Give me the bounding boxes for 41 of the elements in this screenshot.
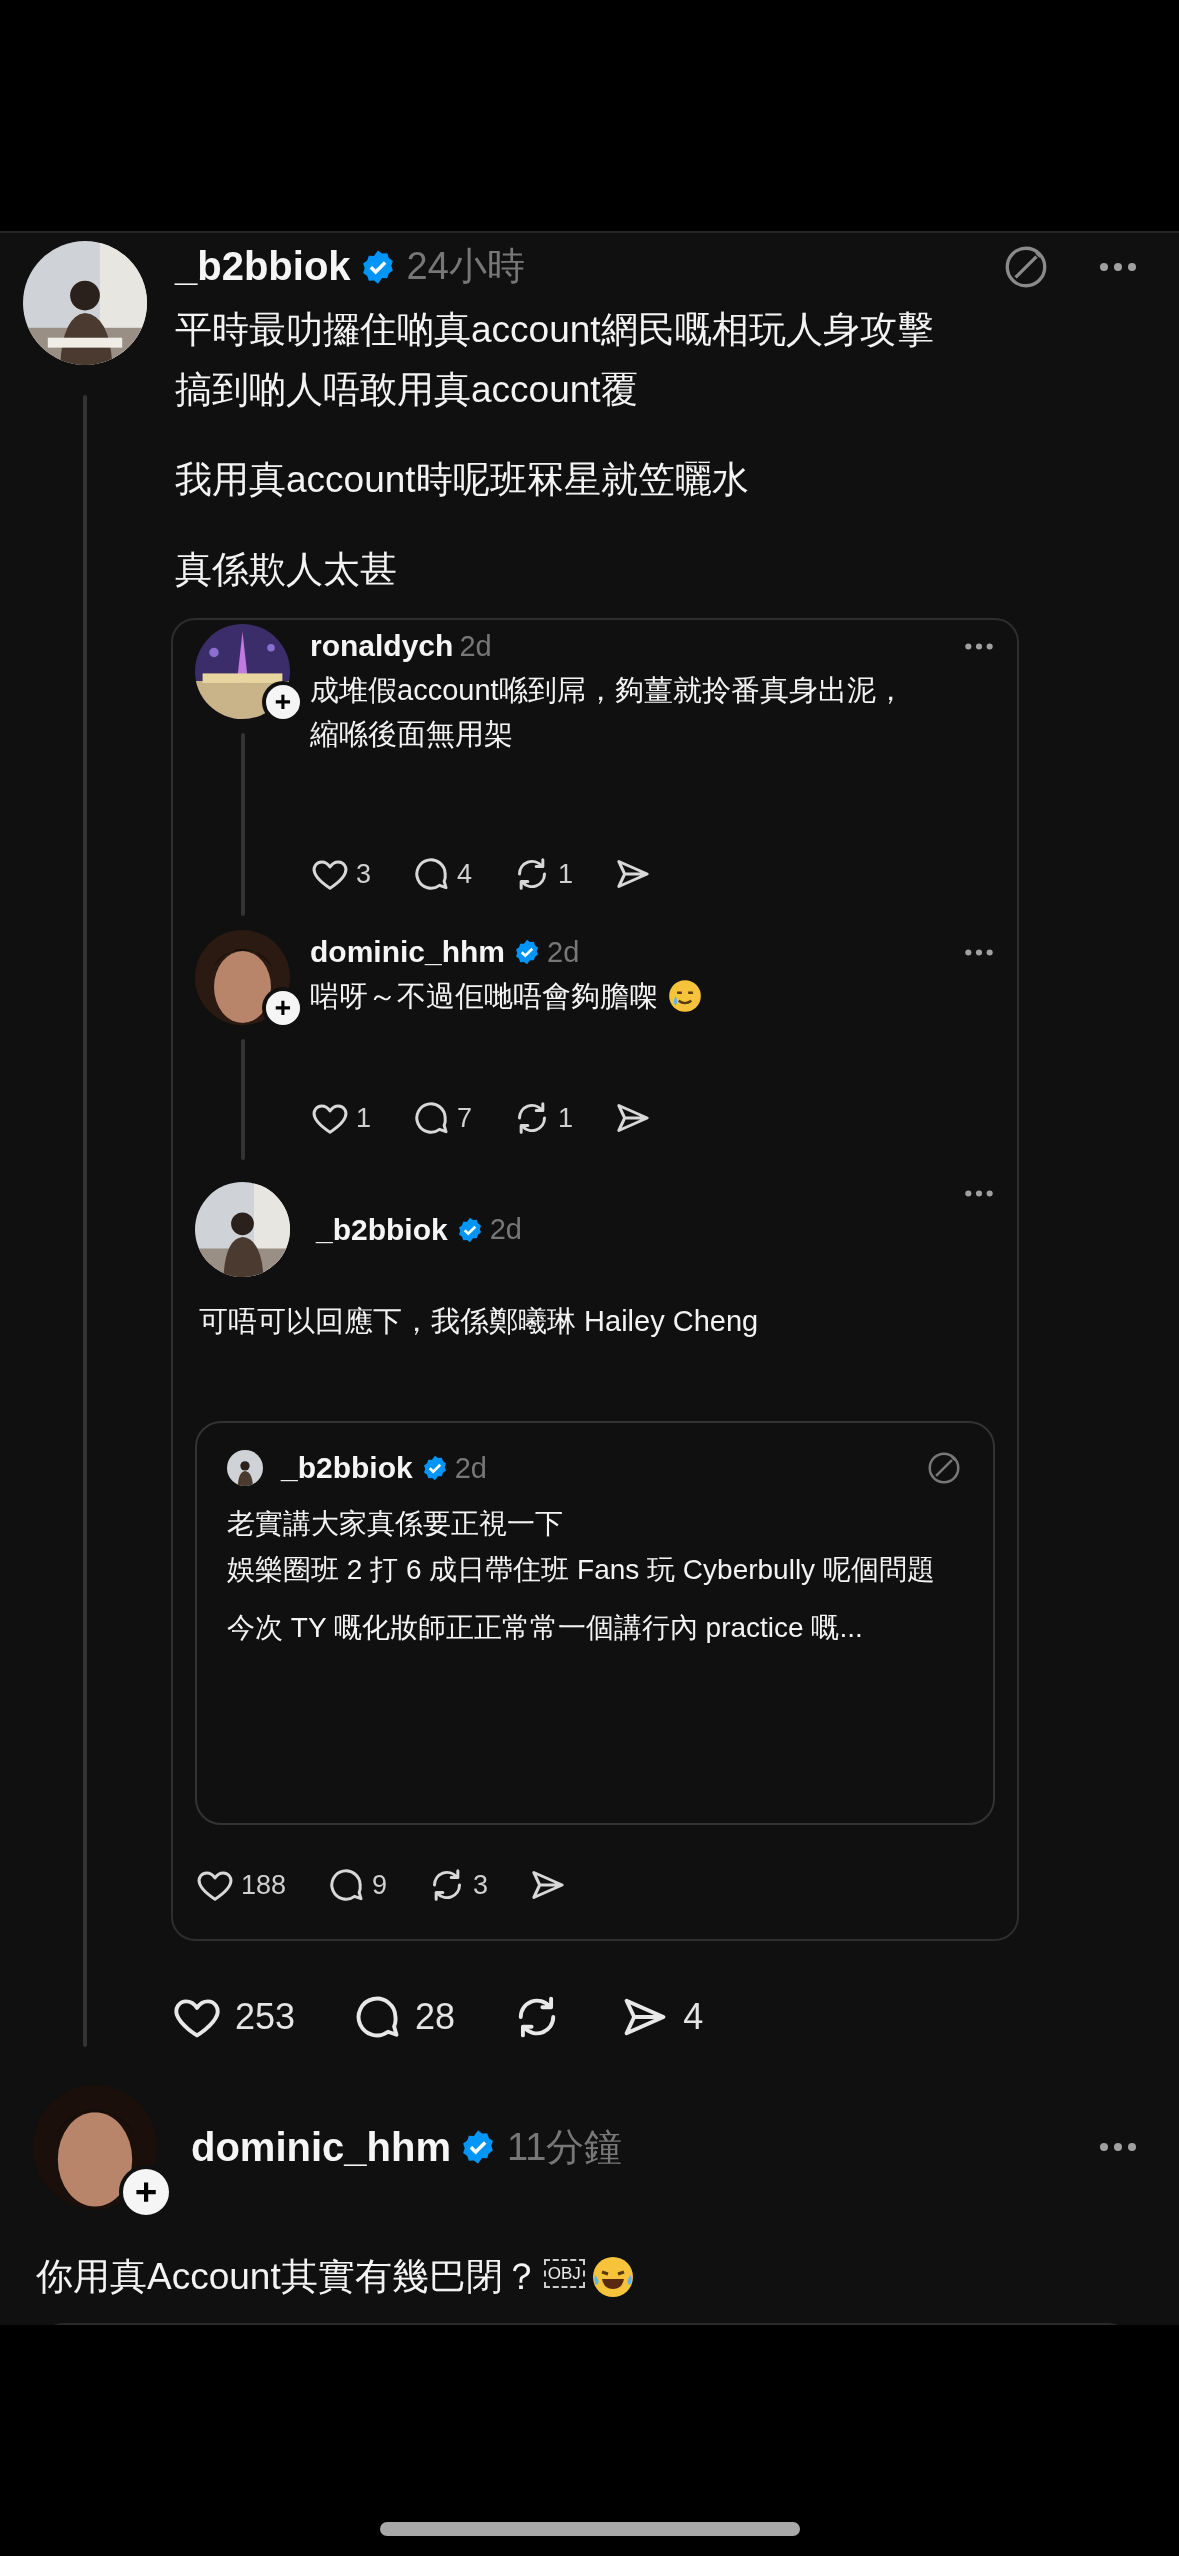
- reply-text: 可唔可以回應下，我係鄭曦琳 Hailey Cheng: [199, 1304, 760, 1339]
- action-count: 4: [683, 1996, 704, 2038]
- username[interactable]: _b2bbiok: [316, 1212, 448, 1247]
- post-text: 你用真Account其實有幾巴閉？: [36, 2255, 540, 2299]
- quoted-text: 今次 TY 嘅化妝師正正常常一個講行內 practice 嘅...: [227, 1611, 864, 1645]
- reply-time: 2d: [459, 629, 492, 663]
- reply-text: 啱呀～不過佢哋唔會夠膽㗎: [310, 979, 658, 1014]
- quoted-text: 老實講大家真係要正視一下: [227, 1507, 564, 1541]
- more-icon[interactable]: [963, 1188, 995, 1199]
- more-icon[interactable]: [963, 946, 995, 958]
- reply-time: 2d: [547, 935, 580, 969]
- username[interactable]: dominic_hhm: [191, 2124, 452, 2170]
- action-count: 9: [372, 1869, 388, 1901]
- username[interactable]: ronaldych: [310, 629, 454, 663]
- quoted-post-card[interactable]: _b2bbiok 2d 老實講大家真係要正視一下 娛樂圈班 2 打 6 成日帶住班 Fans 玩 Cyberbully 呢個問題 今次 TY 嘅化妝師正正常常一個講行內 practice 嘅...: [195, 1421, 995, 1825]
- reply-time: 2d: [489, 1213, 522, 1246]
- action-count: 1: [558, 1102, 574, 1134]
- username[interactable]: _b2bbiok: [281, 1451, 413, 1485]
- action-count: 3: [473, 1869, 489, 1901]
- more-icon[interactable]: [963, 640, 995, 652]
- post-time: 24小時: [406, 244, 525, 289]
- more-icon[interactable]: [1097, 2140, 1139, 2154]
- action-count: 28: [415, 1996, 456, 2038]
- post-text: 平時最叻攞住啲真account網民嘅相玩人身攻擊搞到啲人唔敢用真account覆: [175, 308, 935, 412]
- post-text: 我用真account時呢班冧星就笠曬水: [175, 458, 750, 502]
- object-replacement-glyph: OBJ: [543, 2259, 585, 2288]
- username[interactable]: dominic_hhm: [310, 935, 505, 969]
- action-count: 7: [457, 1102, 473, 1134]
- action-count: 188: [241, 1869, 287, 1901]
- post-text: 真係欺人太甚: [175, 548, 398, 592]
- action-count: 1: [356, 1102, 372, 1134]
- post-time: 11分鐘: [507, 2124, 623, 2170]
- post-time: 2d: [454, 1451, 487, 1485]
- username[interactable]: _b2bbiok: [175, 244, 351, 289]
- quoted-text: 娛樂圈班 2 打 6 成日帶住班 Fans 玩 Cyberbully 呢個問題: [227, 1553, 936, 1587]
- action-count: 3: [356, 858, 372, 890]
- action-count: 4: [457, 858, 473, 890]
- action-count: 253: [235, 1996, 296, 2038]
- embedded-thread-card[interactable]: [171, 618, 1019, 1941]
- reply-text: 成堆假account喺到屌，夠薑就拎番真身出泥，縮喺後面無用架: [310, 673, 906, 752]
- action-count: 1: [558, 858, 574, 890]
